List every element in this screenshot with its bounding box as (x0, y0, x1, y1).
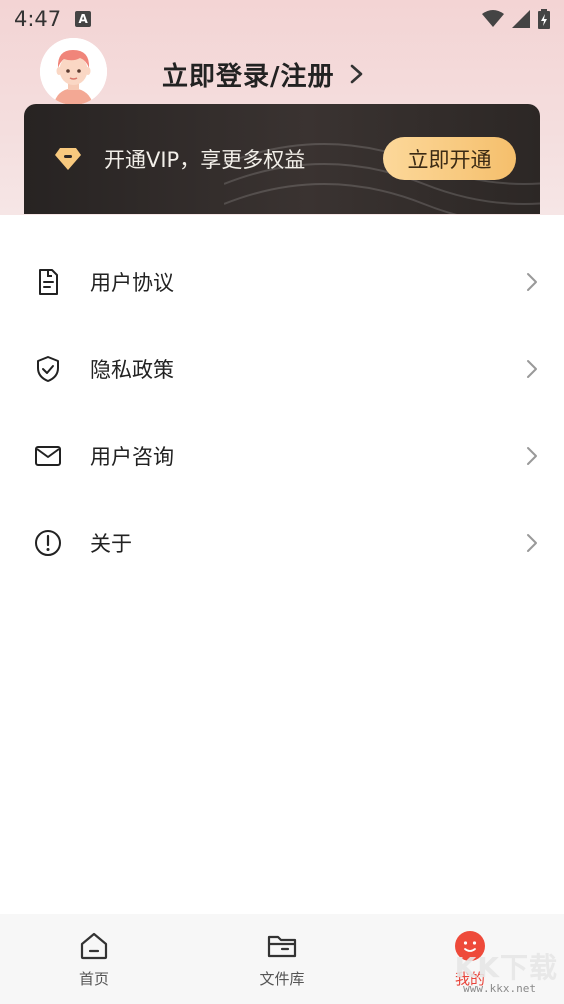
login-register-link[interactable]: 立即登录/注册 (162, 54, 365, 94)
profile-face-icon (455, 931, 485, 961)
tab-home[interactable]: 首页 (0, 914, 188, 1004)
login-register-label: 立即登录/注册 (162, 61, 335, 92)
mail-icon (35, 445, 61, 466)
status-time: 4:47 (14, 7, 62, 31)
vip-open-button[interactable]: 立即开通 (383, 137, 516, 180)
vip-banner[interactable]: 开通VIP，享更多权益 立即开通 (24, 104, 540, 214)
vip-promo-text: 开通VIP，享更多权益 (104, 148, 306, 172)
bottom-tab-bar: 首页 文件库 我的 (0, 914, 564, 1004)
chevron-right-icon (350, 64, 362, 84)
avatar[interactable] (40, 38, 107, 105)
shield-check-icon (37, 355, 59, 382)
menu-item-privacy-policy[interactable]: 隐私政策 (0, 325, 564, 412)
a-icon: A (75, 11, 92, 27)
menu-item-about[interactable]: 关于 (0, 499, 564, 586)
status-icons (482, 9, 550, 29)
avatar-cartoon-icon (40, 38, 107, 105)
menu-label: 关于 (90, 531, 132, 556)
chevron-right-icon (527, 272, 537, 291)
wifi-icon (482, 10, 504, 27)
signal-icon (512, 10, 530, 28)
menu-item-user-agreement[interactable]: 用户协议 (0, 238, 564, 325)
menu-item-user-consultation[interactable]: 用户咨询 (0, 412, 564, 499)
home-icon (80, 932, 108, 960)
status-bar: 4:47 A (0, 0, 564, 38)
tab-file-library[interactable]: 文件库 (188, 914, 376, 1004)
settings-menu: 用户协议 隐私政策 用户咨询 关于 (0, 215, 564, 586)
chevron-right-icon (527, 446, 537, 465)
folder-icon (267, 935, 297, 958)
info-icon (35, 529, 61, 556)
tab-label: 文件库 (259, 970, 305, 988)
tab-label: 我的 (454, 970, 485, 988)
tab-mine[interactable]: 我的 (376, 914, 564, 1004)
tab-label: 首页 (78, 970, 109, 988)
document-icon (39, 268, 58, 295)
diamond-icon (55, 148, 81, 170)
menu-label: 用户咨询 (90, 444, 174, 469)
battery-icon (538, 9, 550, 29)
chevron-right-icon (527, 533, 537, 552)
chevron-right-icon (527, 359, 537, 378)
menu-label: 用户协议 (90, 270, 174, 295)
menu-label: 隐私政策 (90, 357, 174, 382)
